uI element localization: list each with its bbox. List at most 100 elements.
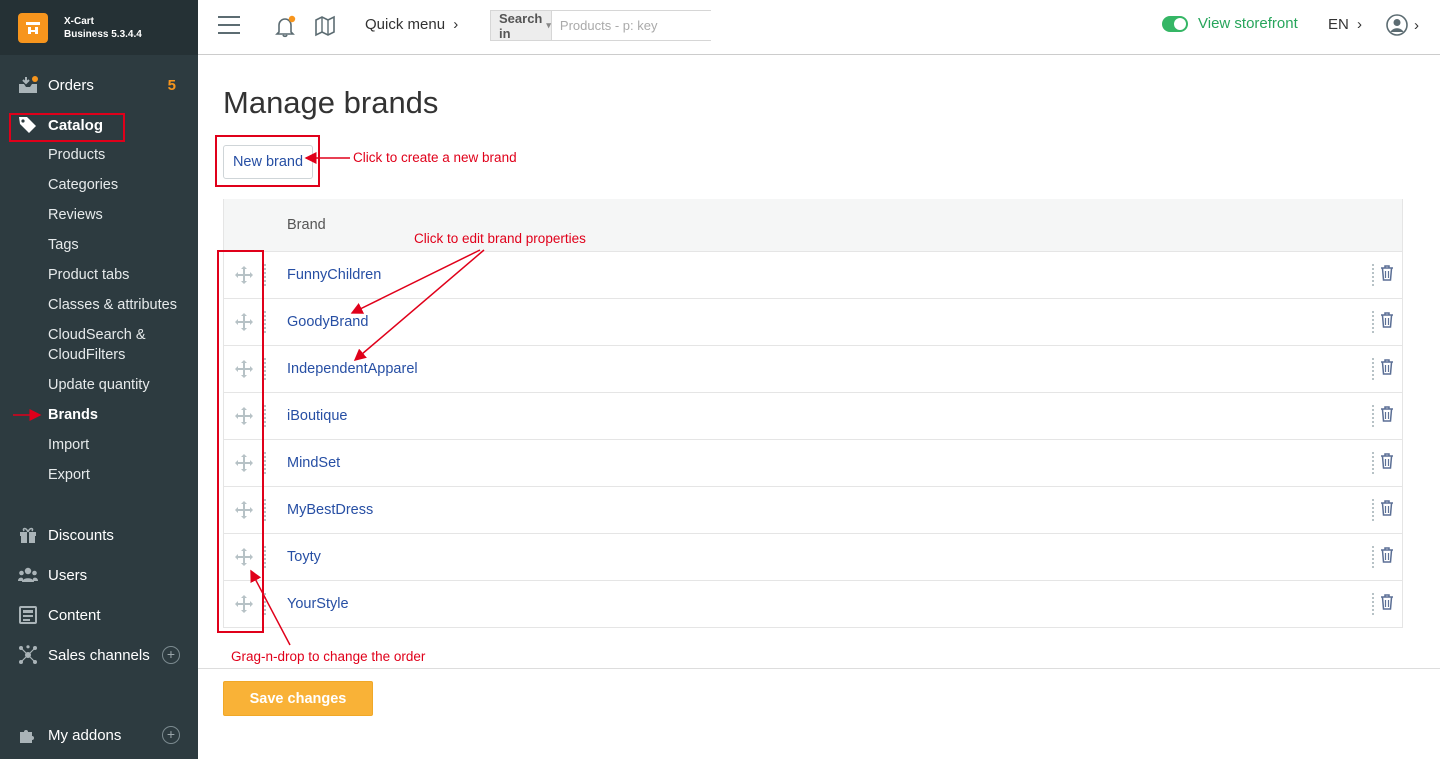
- sidebar-item-content[interactable]: Content: [0, 600, 198, 630]
- sidebar-item-brands[interactable]: Brands: [48, 405, 98, 425]
- sidebar-item-products[interactable]: Products: [48, 145, 105, 165]
- trash-icon[interactable]: [1380, 593, 1394, 615]
- drag-handle-dots[interactable]: [264, 593, 266, 615]
- brand-link[interactable]: iBoutique: [287, 408, 347, 424]
- storefront-toggle-icon[interactable]: [1162, 15, 1188, 32]
- brand-link[interactable]: FunnyChildren: [287, 267, 381, 283]
- sidebar-item-categories[interactable]: Categories: [48, 175, 118, 195]
- search-input[interactable]: [551, 11, 736, 40]
- trash-icon[interactable]: [1380, 405, 1394, 427]
- sidebar-item-label: My addons: [48, 726, 122, 744]
- chevron-right-icon: ›: [1414, 16, 1419, 34]
- annotation-box-drag-handles: [217, 250, 264, 633]
- drag-handle-dots[interactable]: [264, 499, 266, 521]
- trash-icon[interactable]: [1380, 452, 1394, 474]
- sidebar-item-orders[interactable]: Orders 5: [0, 70, 198, 100]
- sidebar-item-users[interactable]: Users: [0, 560, 198, 590]
- annotation-drag-order: Grag-n-drop to change the order: [231, 649, 426, 664]
- notifications-bell-icon[interactable]: [275, 14, 297, 43]
- row-actions-divider: [1372, 405, 1374, 427]
- drag-handle-dots[interactable]: [264, 311, 266, 333]
- table-header: Brand: [224, 199, 1402, 251]
- sidebar-item-cloudfilters[interactable]: CloudFilters: [48, 345, 125, 365]
- storefront-map-icon[interactable]: [314, 15, 336, 42]
- sidebar-item-product-tabs[interactable]: Product tabs: [48, 265, 129, 285]
- row-actions: [1372, 499, 1394, 521]
- sidebar-item-label: Content: [48, 606, 101, 624]
- sidebar-item-import[interactable]: Import: [48, 435, 89, 455]
- brand-link[interactable]: MindSet: [287, 455, 340, 471]
- brand-link[interactable]: YourStyle: [287, 596, 349, 612]
- column-header-brand: Brand: [287, 217, 326, 233]
- page-title: Manage brands: [223, 85, 439, 120]
- sidebar-item-label: Sales channels: [48, 646, 150, 664]
- row-actions-divider: [1372, 546, 1374, 568]
- add-addon-icon[interactable]: +: [162, 726, 180, 744]
- view-storefront-label: View storefront: [1198, 15, 1298, 32]
- language-selector[interactable]: EN ›: [1328, 16, 1362, 33]
- quick-menu-button[interactable]: Quick menu ›: [365, 16, 458, 33]
- brand-link[interactable]: GoodyBrand: [287, 314, 368, 330]
- sidebar-item-sales-channels[interactable]: Sales channels +: [0, 640, 198, 670]
- footer-divider: [198, 668, 1440, 669]
- chevron-right-icon: ›: [453, 16, 459, 33]
- sidebar-item-cloudsearch[interactable]: CloudSearch &: [48, 325, 146, 345]
- user-menu[interactable]: ›: [1386, 14, 1419, 36]
- app-name: X-Cart: [64, 15, 95, 27]
- quick-menu-label: Quick menu: [365, 16, 446, 33]
- gift-icon: [18, 526, 38, 544]
- drag-handle-dots[interactable]: [264, 264, 266, 286]
- row-actions: [1372, 546, 1394, 568]
- language-label: EN: [1328, 16, 1349, 33]
- content-icon: [18, 606, 38, 624]
- trash-icon[interactable]: [1380, 311, 1394, 333]
- table-row: GoodyBrand: [224, 298, 1402, 345]
- row-actions: [1372, 264, 1394, 286]
- sidebar-item-discounts[interactable]: Discounts: [0, 520, 198, 550]
- brand-link[interactable]: MyBestDress: [287, 502, 373, 518]
- trash-icon[interactable]: [1380, 499, 1394, 521]
- add-sales-channel-icon[interactable]: +: [162, 646, 180, 664]
- users-icon: [18, 566, 38, 584]
- search-in-dropdown[interactable]: Search in ▾: [491, 10, 552, 41]
- search-box: Search in ▾: [490, 10, 736, 41]
- user-avatar-icon: [1386, 14, 1408, 36]
- sidebar-item-reviews[interactable]: Reviews: [48, 205, 103, 225]
- row-actions: [1372, 452, 1394, 474]
- drag-handle-dots[interactable]: [264, 405, 266, 427]
- search-in-label: Search in: [499, 10, 543, 41]
- brand-link[interactable]: IndependentApparel: [287, 361, 418, 377]
- row-actions: [1372, 358, 1394, 380]
- app-title: X-Cart Business 5.3.4.4: [64, 15, 142, 41]
- sidebar-item-export[interactable]: Export: [48, 465, 90, 485]
- trash-icon[interactable]: [1380, 264, 1394, 286]
- brand-link[interactable]: Toyty: [287, 549, 321, 565]
- menu-toggle-icon[interactable]: [218, 16, 240, 40]
- save-changes-button[interactable]: Save changes: [223, 681, 373, 716]
- trash-icon[interactable]: [1380, 546, 1394, 568]
- row-actions: [1372, 405, 1394, 427]
- sidebar-item-classes-attributes[interactable]: Classes & attributes: [48, 295, 177, 315]
- drag-handle-dots[interactable]: [264, 546, 266, 568]
- annotation-edit-brand: Click to edit brand properties: [414, 231, 586, 246]
- table-row: Toyty: [224, 533, 1402, 580]
- table-row: YourStyle: [224, 580, 1402, 627]
- row-actions-divider: [1372, 452, 1374, 474]
- sidebar-item-label: Orders: [48, 76, 94, 94]
- annotation-box-new-brand: [215, 135, 320, 187]
- table-row: MindSet: [224, 439, 1402, 486]
- sidebar-header: X-Cart Business 5.3.4.4: [0, 0, 198, 55]
- sidebar-item-update-quantity[interactable]: Update quantity: [48, 375, 150, 395]
- drag-handle-dots[interactable]: [264, 358, 266, 380]
- xcart-logo-icon[interactable]: [18, 12, 48, 43]
- sidebar-item-my-addons[interactable]: My addons +: [0, 720, 198, 750]
- row-actions: [1372, 311, 1394, 333]
- drag-handle-dots[interactable]: [264, 452, 266, 474]
- table-row: FunnyChildren: [224, 251, 1402, 298]
- chevron-right-icon: ›: [1357, 16, 1363, 33]
- sidebar-item-label: Users: [48, 566, 88, 584]
- trash-icon[interactable]: [1380, 358, 1394, 380]
- view-storefront-link[interactable]: View storefront: [1162, 15, 1298, 32]
- sidebar-item-tags[interactable]: Tags: [48, 235, 79, 255]
- row-actions: [1372, 593, 1394, 615]
